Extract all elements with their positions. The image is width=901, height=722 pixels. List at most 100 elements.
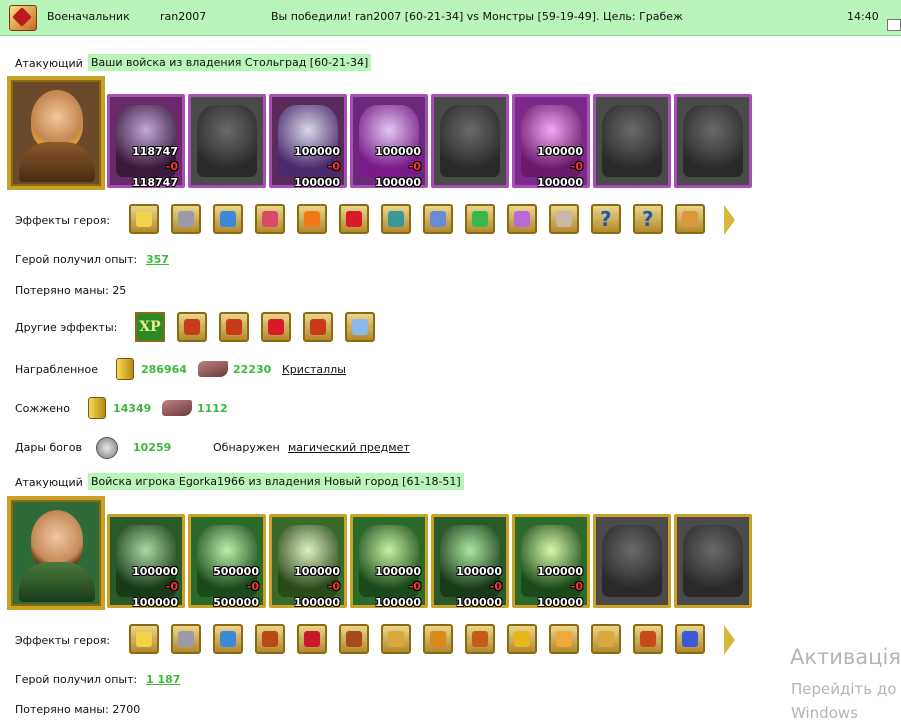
- army-unit-slot[interactable]: 100000 -0 100000: [107, 514, 185, 609]
- activation-watermark-text: Перейдіть до: [791, 680, 897, 698]
- attacker-army-name: Ваши войска из владения Стольград [60-21…: [88, 54, 372, 71]
- heart-icon[interactable]: [339, 204, 369, 234]
- hero-effects-label: Эффекты героя:: [15, 214, 111, 227]
- army-unit-slot[interactable]: 100000 -0 100000: [350, 94, 428, 189]
- hero-exp-value[interactable]: 357: [146, 253, 169, 266]
- gauntlet-icon[interactable]: [213, 624, 243, 654]
- dagger-icon[interactable]: [549, 624, 579, 654]
- fire-icon[interactable]: [297, 204, 327, 234]
- crystals-link[interactable]: Кристаллы: [282, 363, 346, 376]
- unit-loss: -0: [408, 160, 421, 173]
- unit-count: 100000: [375, 565, 421, 578]
- question-icon[interactable]: ?: [633, 204, 663, 234]
- unit-count: 500000: [213, 565, 259, 578]
- scroll-toggle[interactable]: [887, 19, 901, 31]
- crown-icon[interactable]: [129, 624, 159, 654]
- header-time: 14:40: [847, 10, 879, 23]
- army-unit-slot[interactable]: 100000 -0 100000: [431, 514, 509, 609]
- heart-rune-icon[interactable]: [297, 624, 327, 654]
- sword-icon[interactable]: [345, 312, 375, 342]
- pouch-icon[interactable]: [507, 624, 537, 654]
- sword-fist-icon[interactable]: [303, 312, 333, 342]
- shield-icon[interactable]: [381, 204, 411, 234]
- mana-lost: Потеряно маны: 25: [15, 284, 127, 297]
- unit-loss: -0: [570, 580, 583, 593]
- compass-icon[interactable]: [465, 204, 495, 234]
- sword-fist-icon[interactable]: [177, 312, 207, 342]
- army-unit-slot[interactable]: 100000 -0 100000: [512, 94, 590, 189]
- unit-loss: -0: [246, 580, 259, 593]
- helmet-icon[interactable]: [171, 204, 201, 234]
- army-unit-slot[interactable]: 100000 -0 100000: [512, 514, 590, 609]
- unit-count: 100000: [132, 565, 178, 578]
- unit-count-after: 100000: [537, 176, 583, 189]
- unit-count-after: 100000: [537, 596, 583, 609]
- unit-count-after: 100000: [375, 596, 421, 609]
- army-unit-slot[interactable]: [188, 94, 266, 188]
- crystal-ore-icon: [198, 361, 228, 377]
- army-unit-slot[interactable]: 100000 -0 100000: [350, 514, 428, 609]
- divine-gift-icon: [96, 437, 118, 459]
- star-rune-icon[interactable]: [591, 624, 621, 654]
- army-unit-slot[interactable]: [593, 94, 671, 188]
- creature-figure-icon: [683, 105, 743, 177]
- unit-loss: -0: [570, 160, 583, 173]
- claw-icon[interactable]: [423, 204, 453, 234]
- crown-icon[interactable]: [129, 204, 159, 234]
- wings-icon[interactable]: [507, 204, 537, 234]
- hero-exp-label: Герой получил опыт:: [15, 253, 138, 266]
- unit-loss: -0: [408, 580, 421, 593]
- question-icon[interactable]: ?: [591, 204, 621, 234]
- army-unit-slot[interactable]: 500000 -0 500000: [188, 514, 266, 609]
- hero-effects-label: Эффекты героя:: [15, 634, 111, 647]
- gauntlet-icon[interactable]: [213, 204, 243, 234]
- crystal-ore-icon: [162, 400, 192, 416]
- unit-count-after: 100000: [132, 596, 178, 609]
- creature-figure-icon: [602, 105, 662, 177]
- helmet-icon[interactable]: [171, 624, 201, 654]
- hero-exp-label: Герой получил опыт:: [15, 673, 138, 686]
- mana-lost: Потеряно маны: 2700: [15, 703, 141, 716]
- army-unit-slot[interactable]: 118747 -0 118747: [107, 94, 185, 189]
- unit-count: 100000: [537, 145, 583, 158]
- effects-next-arrow-icon[interactable]: [724, 205, 735, 235]
- ring-icon[interactable]: [549, 204, 579, 234]
- army-unit-slot[interactable]: 100000 -0 100000: [269, 514, 347, 609]
- column-icon[interactable]: [675, 624, 705, 654]
- chest-icon[interactable]: [255, 204, 285, 234]
- army-unit-slot[interactable]: [674, 514, 752, 608]
- army-unit-slot[interactable]: 100000 -0 100000: [269, 94, 347, 189]
- activation-watermark-title: Активація: [790, 645, 901, 669]
- unit-loss: -0: [165, 160, 178, 173]
- hero-portrait[interactable]: [7, 496, 105, 610]
- loot-gold: 286964: [141, 363, 187, 376]
- cross-rune-icon[interactable]: [339, 624, 369, 654]
- unit-loss: -0: [327, 160, 340, 173]
- army-unit-slot[interactable]: [593, 514, 671, 608]
- hero-portrait[interactable]: [7, 76, 105, 190]
- bolt-rune-icon[interactable]: [423, 624, 453, 654]
- xp-boost-icon[interactable]: XP: [135, 312, 165, 342]
- hero-exp-value[interactable]: 1 187: [146, 673, 180, 686]
- sword-fist-icon[interactable]: [219, 312, 249, 342]
- army-unit-slot[interactable]: [674, 94, 752, 188]
- battle-logo-icon[interactable]: [9, 5, 37, 31]
- creature-figure-icon: [602, 525, 662, 597]
- other-effects-label: Другие эффекты:: [15, 321, 118, 334]
- loot-label: Награбленное: [15, 363, 98, 376]
- scroll-icon[interactable]: [465, 624, 495, 654]
- unit-count: 100000: [456, 565, 502, 578]
- amulet-icon[interactable]: [381, 624, 411, 654]
- unit-loss: -0: [489, 580, 502, 593]
- magic-item-link[interactable]: магический предмет: [288, 441, 410, 454]
- unit-count: 118747: [132, 145, 178, 158]
- effects-next-arrow-icon[interactable]: [724, 625, 735, 655]
- unit-count-after: 100000: [294, 176, 340, 189]
- army-unit-slot[interactable]: [431, 94, 509, 188]
- bird-icon[interactable]: [675, 204, 705, 234]
- book-icon[interactable]: [633, 624, 663, 654]
- rune-icon[interactable]: [255, 624, 285, 654]
- heart-shield-icon[interactable]: [261, 312, 291, 342]
- gold-icon: [116, 358, 134, 380]
- header-player[interactable]: ran2007: [160, 10, 206, 23]
